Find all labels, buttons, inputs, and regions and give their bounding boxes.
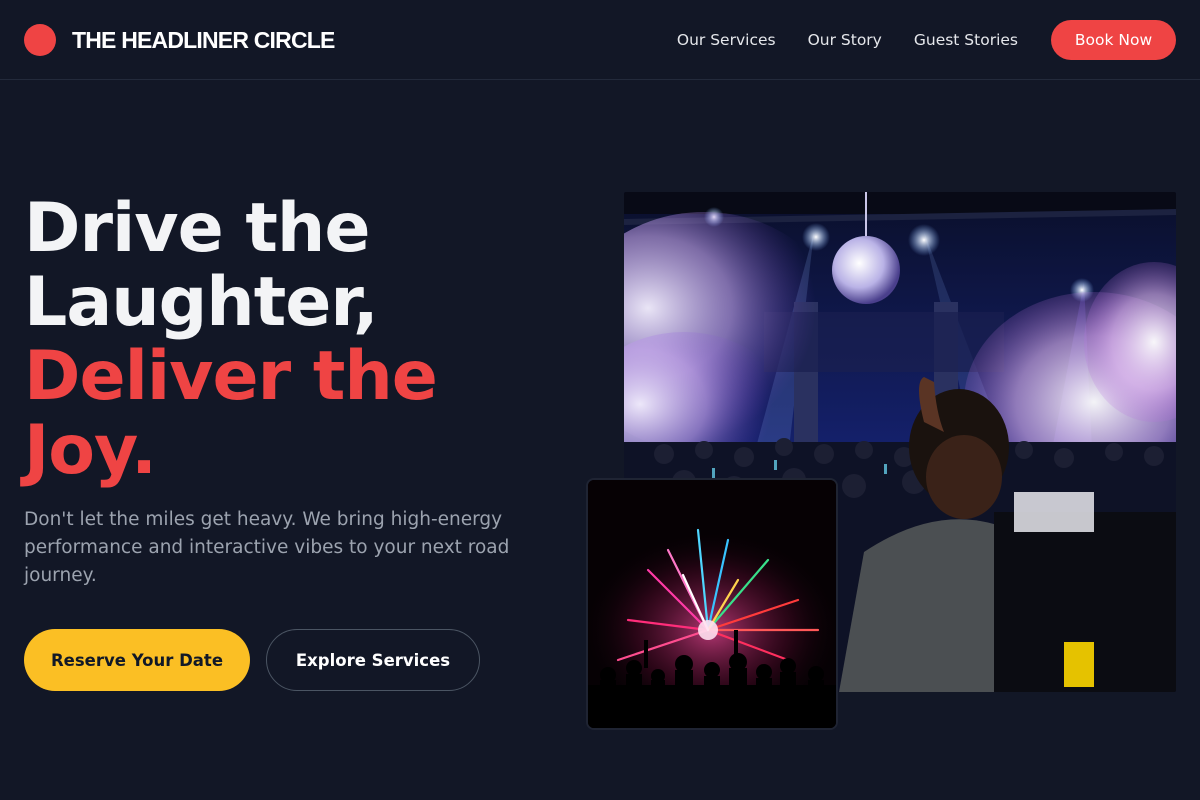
headline-line-1: Drive the — [24, 189, 370, 268]
nav-link-our-story[interactable]: Our Story — [808, 30, 882, 50]
hero-subtext: Don't let the miles get heavy. We bring … — [24, 509, 510, 586]
main-nav: Our Services Our Story Guest Stories — [677, 30, 1018, 50]
headline-line-4: Joy. — [24, 411, 157, 490]
nav-link-our-services[interactable]: Our Services — [677, 30, 776, 50]
logo-icon[interactable] — [24, 24, 56, 56]
explore-services-button[interactable]: Explore Services — [266, 629, 480, 691]
site-header: THE HEADLINER CIRCLE Our Services Our St… — [0, 0, 1200, 80]
fireworks-photo-graphic — [588, 480, 836, 728]
reserve-your-date-button[interactable]: Reserve Your Date — [24, 629, 250, 691]
hero-headline: Drive the Laughter, Deliver the Joy. — [24, 192, 544, 488]
nav-link-guest-stories[interactable]: Guest Stories — [914, 30, 1018, 50]
headline-line-3: Deliver the — [24, 337, 438, 416]
fireworks-photo — [586, 478, 838, 730]
headline-line-2: Laughter, — [24, 263, 379, 342]
book-now-button[interactable]: Book Now — [1051, 20, 1176, 60]
brand-name[interactable]: THE HEADLINER CIRCLE — [72, 26, 335, 54]
